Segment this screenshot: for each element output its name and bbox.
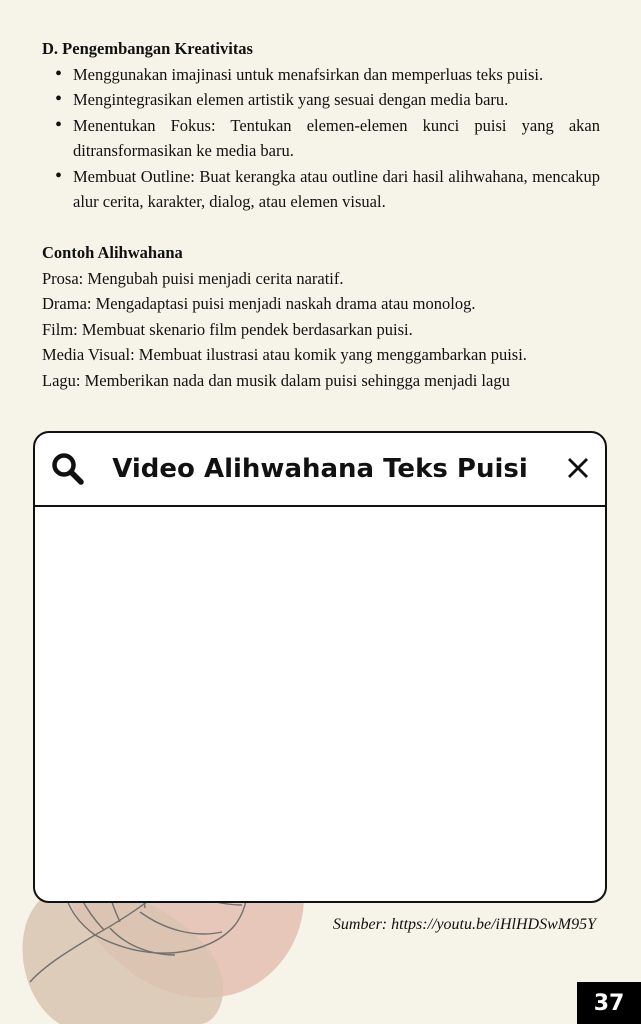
section-heading: Contoh Alihwahana bbox=[42, 243, 183, 262]
section-pengembangan-kreativitas: D. Pengembangan Kreativitas Menggunakan … bbox=[42, 36, 600, 215]
close-icon[interactable] bbox=[565, 455, 591, 481]
section-contoh-alihwahana: Contoh Alihwahana Prosa: Mengubah puisi … bbox=[42, 240, 600, 393]
search-icon[interactable] bbox=[50, 451, 86, 487]
example-line: Film: Membuat skenario film pendek berda… bbox=[42, 319, 413, 339]
bullet-list: Menggunakan imajinasi untuk menafsirkan … bbox=[42, 62, 600, 215]
example-line: Lagu: Memberikan nada dan musik dalam pu… bbox=[42, 370, 510, 390]
bullet-item: Mengintegrasikan elemen artistik yang se… bbox=[42, 87, 600, 113]
video-card-header: Video Alihwahana Teks Puisi bbox=[35, 433, 605, 507]
page-number: 37 bbox=[577, 982, 641, 1024]
bullet-item: Membuat Outline: Buat kerangka atau outl… bbox=[42, 164, 600, 215]
video-card: Video Alihwahana Teks Puisi bbox=[33, 431, 607, 903]
bullet-item: Menentukan Fokus: Tentukan elemen-elemen… bbox=[42, 113, 600, 164]
example-line: Prosa: Mengubah puisi menjadi cerita nar… bbox=[42, 268, 344, 288]
example-line: Drama: Mengadaptasi puisi menjadi naskah… bbox=[42, 294, 476, 313]
section-heading: D. Pengembangan Kreativitas bbox=[42, 39, 253, 58]
source-citation: Sumber: https://youtu.be/iHlHDSwM95Y bbox=[332, 916, 596, 933]
video-title: Video Alihwahana Teks Puisi bbox=[112, 454, 528, 484]
example-line: Media Visual: Membuat ilustrasi atau kom… bbox=[42, 345, 527, 364]
video-player-area[interactable] bbox=[35, 507, 605, 901]
bullet-item: Menggunakan imajinasi untuk menafsirkan … bbox=[42, 62, 600, 88]
